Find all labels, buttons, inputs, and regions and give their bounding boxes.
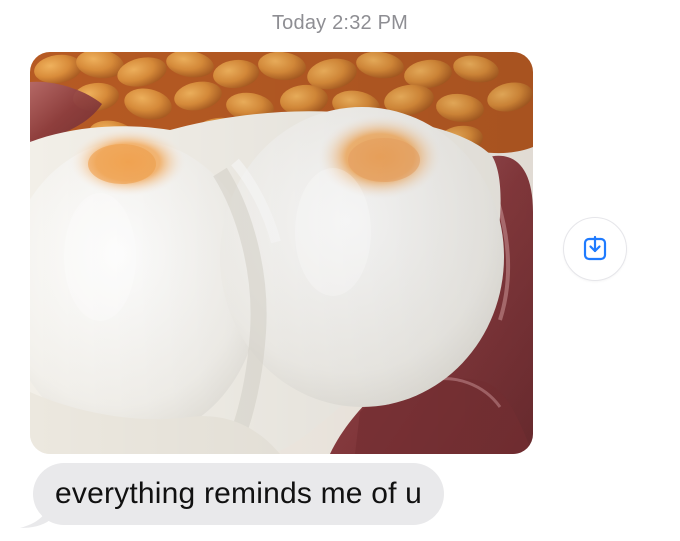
photo-content [30,52,533,454]
message-timestamp: Today 2:32 PM [271,12,408,34]
download-icon [583,235,607,261]
photo-message[interactable] [30,52,533,454]
save-photo-button[interactable] [563,217,627,281]
message-text: everything reminds me of u [55,477,423,510]
message-bubble[interactable]: everything reminds me of u [33,463,445,525]
